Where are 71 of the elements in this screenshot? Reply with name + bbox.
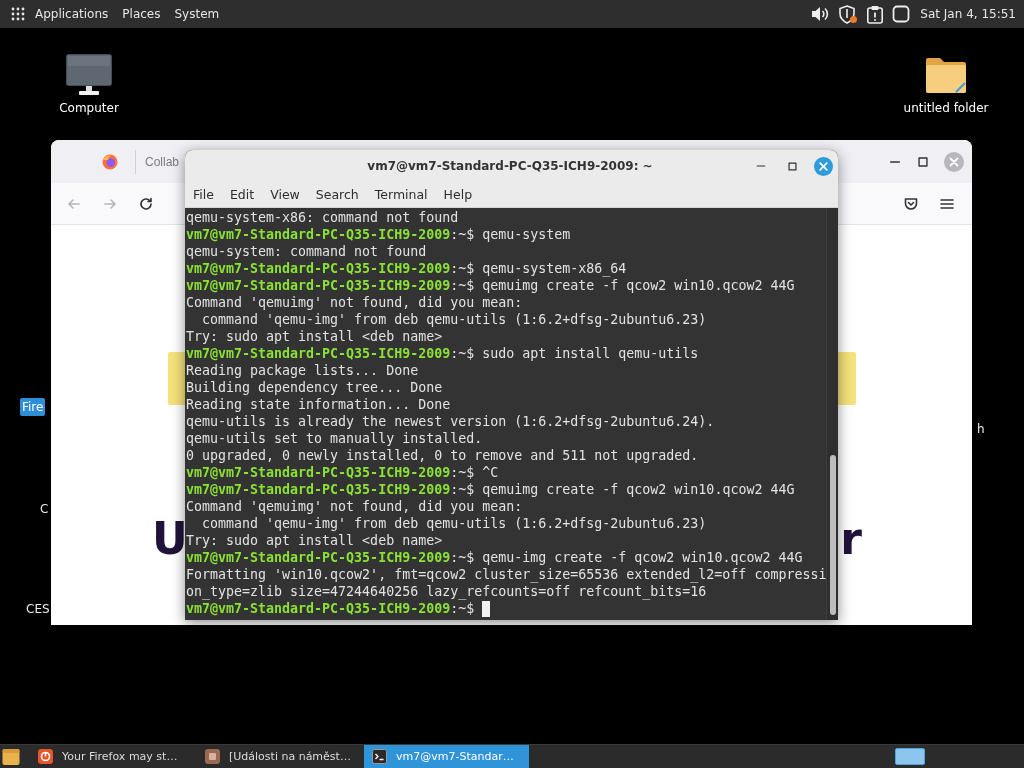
reload-icon[interactable] xyxy=(138,195,154,212)
folder-icon[interactable] xyxy=(925,55,967,95)
terminal-line: command 'qemu-img' from deb qemu-utils (1:6.2+dfsg-2ubuntu6.23) xyxy=(201,311,707,328)
maximize-icon[interactable] xyxy=(786,160,798,172)
square-icon[interactable] xyxy=(892,5,911,23)
maximize-icon[interactable] xyxy=(916,154,930,169)
menu-item[interactable]: File xyxy=(193,187,214,202)
clipboard-alert-icon[interactable] xyxy=(866,4,885,24)
command-text: ^C xyxy=(482,464,499,481)
browser-tab[interactable]: Collab xyxy=(145,154,180,169)
terminal-line: Command 'qemuimg' not found, did you mean: xyxy=(186,294,523,311)
window-title: vm7@vm7-Standard-PC-Q35-ICH9-2009: ~ xyxy=(367,159,653,173)
volume-icon[interactable] xyxy=(811,6,831,22)
shell-prompt: vm7@vm7-Standard-PC-Q35-ICH9-2009:~$ xyxy=(186,600,475,617)
terminal-line: on_type=zlib size=47244640256 lazy_refcounts=off refcount_bits=16 xyxy=(186,583,707,600)
apps-grid-icon[interactable] xyxy=(11,7,25,21)
scrollbar-track[interactable] xyxy=(826,208,838,620)
command-text: qemu-system-x86_64 xyxy=(482,260,627,277)
menu-item[interactable]: Help xyxy=(443,187,473,202)
taskbar-button[interactable]: [Události na náměst… xyxy=(197,745,362,768)
terminal-line: 0 upgraded, 0 newly installed, 0 to remove and 511 not upgraded. xyxy=(186,447,699,464)
app-tile-icon xyxy=(205,749,220,764)
shield-chevron-icon[interactable] xyxy=(903,195,919,212)
desktop-icon-label[interactable]: Computer xyxy=(59,101,119,115)
terminal-line: qemu-utils is already the newest version (1:6.2+dfsg-2ubuntu6.24). xyxy=(186,413,715,430)
command-text: qemu-img create -f qcow2 win10.qcow2 44G xyxy=(482,549,803,566)
terminal-line: qemu-system: command not found xyxy=(186,243,427,260)
command-text: qemuimg create -f qcow2 win10.qcow2 44G xyxy=(482,277,795,294)
command-text: qemu-system xyxy=(482,226,571,243)
page-heading-text: r xyxy=(840,517,862,561)
terminal-line: qemu-system-x86: command not found xyxy=(186,209,459,226)
command-text: sudo apt install qemu-utils xyxy=(482,345,699,362)
desktop-icon-label[interactable]: C xyxy=(38,500,51,518)
desktop-icon-label[interactable]: untitled folder xyxy=(903,101,989,115)
terminal-line: Try: sudo apt install <deb name> xyxy=(186,532,443,549)
shell-prompt: vm7@vm7-Standard-PC-Q35-ICH9-2009:~$ xyxy=(186,260,475,277)
show-desktop-icon[interactable] xyxy=(2,747,20,766)
shell-prompt: vm7@vm7-Standard-PC-Q35-ICH9-2009:~$ xyxy=(186,464,475,481)
power-tile-icon xyxy=(38,749,53,764)
terminal-line: Building dependency tree... Done xyxy=(186,379,443,396)
shell-prompt: vm7@vm7-Standard-PC-Q35-ICH9-2009:~$ xyxy=(186,481,475,498)
workspace-switcher[interactable] xyxy=(895,748,925,765)
terminal-line: command 'qemu-img' from deb qemu-utils (1:6.2+dfsg-2ubuntu6.23) xyxy=(201,515,707,532)
panel-menu[interactable]: System xyxy=(174,7,220,21)
taskbar-button[interactable]: Your Firefox may st… xyxy=(30,745,195,768)
menu-item[interactable]: Terminal xyxy=(374,187,428,202)
scrollbar-thumb[interactable] xyxy=(829,455,836,615)
desktop-icon-label[interactable]: h xyxy=(975,420,987,438)
panel-menu[interactable]: Places xyxy=(122,7,161,21)
terminal-line: Formatting 'win10.qcow2', fmt=qcow2 cluster_size=65536 extended_l2=off compressi xyxy=(186,566,826,583)
terminal-line: Reading package lists... Done xyxy=(186,362,419,379)
shell-prompt: vm7@vm7-Standard-PC-Q35-ICH9-2009:~$ xyxy=(186,277,475,294)
shell-prompt: vm7@vm7-Standard-PC-Q35-ICH9-2009:~$ xyxy=(186,226,475,243)
monitor-icon[interactable] xyxy=(66,54,112,96)
menu-item[interactable]: View xyxy=(270,187,300,202)
command-text: qemuimg create -f qcow2 win10.qcow2 44G xyxy=(482,481,795,498)
close-icon[interactable] xyxy=(813,156,833,176)
terminal-line: qemu-utils set to manually installed. xyxy=(186,430,483,447)
terminal-line: Command 'qemuimg' not found, did you mean: xyxy=(186,498,523,515)
desktop-icon-label[interactable]: CES xyxy=(24,600,52,618)
terminal-icon xyxy=(372,749,387,764)
terminal-line: Try: sudo apt install <deb name> xyxy=(186,328,443,345)
panel-menu[interactable]: Applications xyxy=(11,7,109,21)
shield-alert-icon[interactable] xyxy=(838,4,859,24)
terminal-line: Reading state information... Done xyxy=(186,396,451,413)
shell-prompt: vm7@vm7-Standard-PC-Q35-ICH9-2009:~$ xyxy=(186,549,475,566)
menu-item[interactable]: Search xyxy=(315,187,359,202)
shell-prompt: vm7@vm7-Standard-PC-Q35-ICH9-2009:~$ xyxy=(186,345,475,362)
menu-item[interactable]: Edit xyxy=(229,187,255,202)
browser-logo-icon[interactable] xyxy=(102,153,118,170)
clock-text[interactable]: Sat Jan 4, 15:51 xyxy=(920,7,1016,21)
